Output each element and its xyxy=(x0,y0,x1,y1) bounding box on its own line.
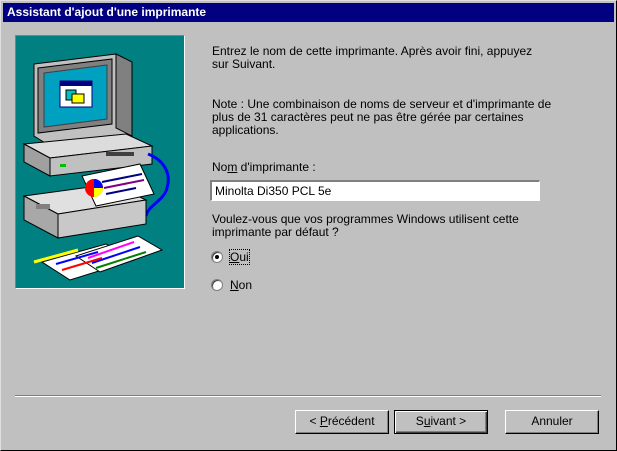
radio-non-accesskey: N xyxy=(230,278,239,292)
window-title: Assistant d'ajout d'une imprimante xyxy=(3,3,614,22)
back-button-post: récédent xyxy=(327,414,375,428)
next-button-accesskey: u xyxy=(423,414,431,428)
computer-printer-illustration xyxy=(15,35,185,289)
next-button[interactable]: Suivant > xyxy=(394,410,488,434)
back-button-accesskey: P xyxy=(319,414,328,428)
note-text: Note : Une combinaison de noms de serveu… xyxy=(212,97,552,137)
radio-oui-accesskey: O xyxy=(230,250,240,264)
radio-label-oui[interactable]: Oui xyxy=(229,249,250,265)
printer-name-label: Nom d'imprimante : xyxy=(212,161,316,174)
back-button-pre: < xyxy=(309,414,320,428)
radio-button-oui[interactable] xyxy=(211,251,223,263)
next-button-pre: S xyxy=(415,414,424,428)
intro-text: Entrez le nom de cette imprimante. Après… xyxy=(212,44,533,71)
radio-button-non[interactable] xyxy=(211,279,223,291)
back-button[interactable]: < Précédent xyxy=(295,410,389,434)
radio-non-rest: on xyxy=(238,278,253,292)
cancel-button[interactable]: Annuler xyxy=(505,410,599,434)
next-button-post: ivant > xyxy=(430,414,467,428)
printer-name-label-pre: No xyxy=(212,160,228,174)
radio-label-non[interactable]: Non xyxy=(230,278,252,292)
printer-name-label-post: d'imprimante : xyxy=(237,160,316,174)
printer-name-label-accesskey: m xyxy=(227,160,238,174)
printer-name-input[interactable]: Minolta Di350 PCL 5e xyxy=(210,180,540,201)
computer-printer-icon xyxy=(22,53,170,281)
radio-selected-dot xyxy=(215,255,219,259)
default-printer-question: Voulez-vous que vos programmes Windows u… xyxy=(212,212,519,239)
radio-oui-rest: ui xyxy=(239,250,249,264)
add-printer-wizard-window: Assistant d'ajout d'une imprimante Entre… xyxy=(0,0,617,451)
button-separator xyxy=(15,395,601,397)
